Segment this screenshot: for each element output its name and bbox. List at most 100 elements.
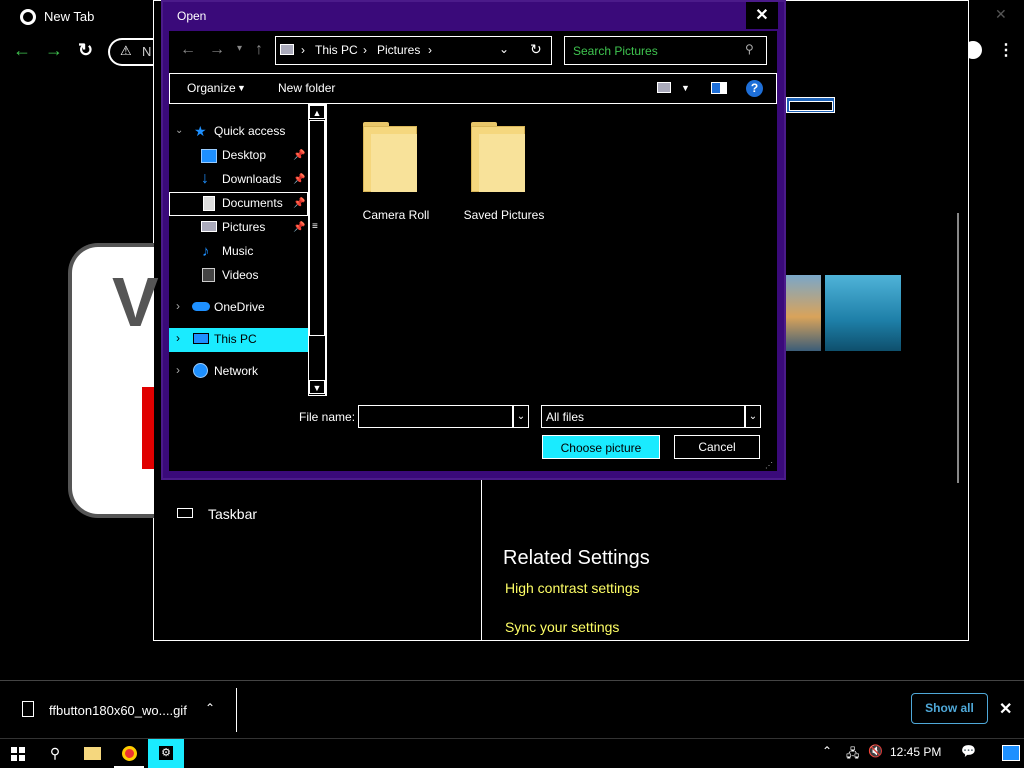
cancel-button[interactable]: Cancel — [674, 435, 760, 459]
download-options-icon[interactable]: ⌃ — [205, 701, 215, 715]
network-tray-icon[interactable]: 🖧 — [846, 744, 859, 765]
show-all-button[interactable]: Show all — [911, 693, 988, 724]
help-icon[interactable]: ? — [746, 80, 763, 97]
choose-picture-button[interactable]: Choose picture — [542, 435, 660, 459]
view-dropdown-icon[interactable]: ▼ — [681, 83, 690, 93]
folder-icon[interactable] — [471, 122, 525, 192]
scroll-grip-icon: ≡ — [312, 221, 318, 232]
dialog-close-button[interactable]: ✕ — [746, 2, 778, 29]
preview-pane-icon[interactable] — [711, 82, 727, 94]
pin-icon[interactable]: 📌 — [293, 198, 305, 209]
organize-dropdown-icon[interactable]: ▼ — [237, 83, 246, 93]
settings-scrollbar[interactable] — [957, 213, 959, 483]
file-explorer-icon[interactable] — [74, 739, 110, 768]
menu-icon[interactable]: ⋮ — [998, 40, 1014, 60]
file-type-select[interactable]: All files — [541, 405, 745, 428]
address-dropdown-icon[interactable]: ⌄ — [499, 42, 509, 56]
search-placeholder[interactable]: Search Pictures — [573, 44, 658, 58]
download-item-name[interactable]: ffbutton180x60_wo....gif — [49, 703, 187, 718]
show-hidden-icons[interactable]: ⌃ — [822, 744, 832, 758]
tree-item-documents[interactable]: Documents — [222, 193, 283, 213]
pin-icon[interactable]: 📌 — [293, 222, 305, 233]
pictures-location-icon — [280, 44, 294, 55]
videos-icon — [202, 268, 215, 282]
breadcrumb-separator-icon[interactable]: › — [428, 43, 432, 57]
tree-item-music[interactable]: Music — [222, 241, 253, 261]
breadcrumb-separator-icon[interactable]: › — [363, 43, 367, 57]
breadcrumb-this-pc[interactable]: This PC — [315, 43, 358, 57]
reload-icon[interactable]: ↻ — [78, 40, 93, 61]
folder-camera-roll[interactable]: Camera Roll — [341, 208, 451, 222]
up-icon[interactable]: ↑ — [255, 41, 263, 59]
tree-item-videos[interactable]: Videos — [222, 265, 258, 285]
nav-pane-divider — [326, 104, 327, 396]
search-icon[interactable]: ⚲ — [745, 42, 754, 56]
downloads-icon: ↓ — [201, 170, 209, 187]
download-divider — [236, 688, 237, 732]
breadcrumb-pictures[interactable]: Pictures — [377, 43, 420, 57]
wallpaper-thumbnail-2[interactable] — [825, 275, 901, 351]
recent-locations-icon[interactable]: ▾ — [237, 43, 242, 54]
close-tab-icon[interactable]: ✕ — [995, 6, 1007, 23]
tree-item-desktop[interactable]: Desktop — [222, 145, 266, 165]
expand-chevron-icon[interactable]: ⌄ — [175, 125, 183, 136]
close-shelf-icon[interactable]: ✕ — [999, 699, 1012, 719]
organize-button[interactable]: Organize — [187, 81, 236, 95]
scroll-down-icon[interactable]: ▼ — [309, 380, 325, 394]
omnibox-text[interactable]: N — [142, 44, 151, 59]
tree-item-pictures[interactable]: Pictures — [222, 217, 265, 237]
music-icon: ♪ — [202, 243, 210, 260]
breadcrumb-separator-icon[interactable]: › — [301, 43, 305, 57]
dialog-border — [777, 31, 784, 474]
tree-item-downloads[interactable]: Downloads — [222, 169, 281, 189]
expand-chevron-icon[interactable]: › — [176, 363, 180, 377]
resize-grip-icon[interactable]: ⋰ — [765, 461, 773, 470]
start-icon[interactable] — [0, 739, 36, 768]
file-name-dropdown-icon[interactable]: ⌄ — [513, 405, 529, 428]
show-desktop-icon[interactable] — [1002, 745, 1020, 761]
file-name-input[interactable] — [358, 405, 513, 428]
big-app-icon-glyph: V — [112, 263, 159, 341]
pin-icon[interactable]: 📌 — [293, 150, 305, 161]
tree-item-this-pc[interactable]: This PC — [214, 329, 257, 349]
tree-item-network[interactable]: Network — [214, 361, 258, 381]
new-folder-button[interactable]: New folder — [278, 81, 335, 95]
onedrive-icon — [192, 302, 210, 311]
search-taskbar-icon[interactable]: ⚲ — [37, 739, 73, 768]
dialog-back-icon[interactable]: ← — [180, 41, 196, 59]
chrome-icon — [20, 9, 36, 25]
documents-icon — [203, 196, 215, 211]
file-icon[interactable] — [22, 701, 34, 717]
folder-icon[interactable] — [363, 122, 417, 192]
taskbar-clock[interactable]: 12:45 PM — [890, 745, 941, 759]
dialog-titlebar[interactable] — [163, 2, 784, 31]
file-name-label: File name: — [299, 410, 356, 424]
taskbar-settings-link[interactable]: Taskbar — [208, 506, 257, 522]
folder-saved-pictures[interactable]: Saved Pictures — [449, 208, 559, 222]
volume-muted-icon[interactable]: 🔇 — [868, 744, 883, 758]
sync-settings-link[interactable]: Sync your settings — [505, 619, 619, 635]
forward-icon[interactable]: → — [45, 40, 63, 61]
settings-divider — [481, 480, 482, 640]
view-options-icon[interactable] — [657, 82, 671, 93]
dialog-forward-icon[interactable]: → — [209, 41, 225, 59]
related-settings-title: Related Settings — [503, 547, 650, 569]
tree-item-quick-access[interactable]: Quick access — [214, 121, 285, 141]
high-contrast-link[interactable]: High contrast settings — [505, 580, 640, 596]
expand-chevron-icon[interactable]: › — [176, 299, 180, 313]
scroll-up-icon[interactable]: ▲ — [309, 105, 325, 119]
refresh-icon[interactable]: ↻ — [530, 41, 542, 58]
chrome-tab-title[interactable]: New Tab — [44, 9, 94, 24]
warning-icon[interactable]: ⚠ — [120, 43, 132, 59]
tree-item-onedrive[interactable]: OneDrive — [214, 297, 265, 317]
back-icon[interactable]: ← — [13, 40, 31, 61]
settings-taskbar-icon[interactable]: ⚙ — [148, 739, 184, 768]
taskbar-settings-icon — [177, 508, 193, 518]
wallpaper-thumbnail-1[interactable] — [786, 275, 821, 351]
dialog-border — [163, 471, 784, 478]
chrome-taskbar-icon[interactable] — [111, 739, 147, 768]
pin-icon[interactable]: 📌 — [293, 174, 305, 185]
expand-chevron-icon[interactable]: › — [176, 331, 180, 345]
file-type-dropdown-icon[interactable]: ⌄ — [745, 405, 761, 428]
notifications-icon[interactable]: 💬 — [961, 744, 976, 758]
